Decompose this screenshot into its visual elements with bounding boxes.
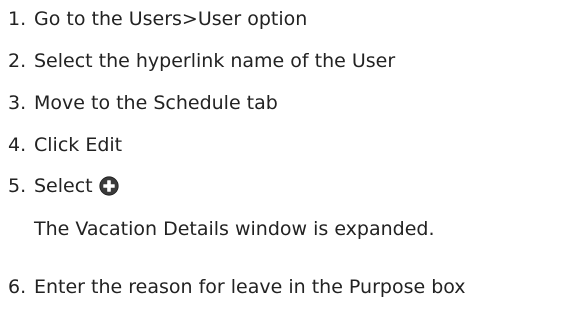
step-5-note: The Vacation Details window is expanded. [34,218,435,240]
step-text: Click Edit [34,134,123,156]
step-number: 4. [8,134,27,156]
step-1: 1. Go to the Users>User option [0,4,307,34]
step-text: Enter the reason for leave in the Purpos… [34,276,466,298]
step-number: 1. [8,8,27,30]
step-number: 5. [8,175,27,197]
step-number: 6. [8,276,27,298]
plus-circle-icon [99,176,119,196]
step-text: Select [34,175,93,197]
step-text: Go to the Users>User option [34,8,308,30]
step-6: 6. Enter the reason for leave in the Pur… [0,272,466,302]
step-number: 2. [8,50,27,72]
step-text: Select the hyperlink name of the User [34,50,396,72]
step-3: 3. Move to the Schedule tab [0,88,278,118]
step-2: 2. Select the hyperlink name of the User [0,46,395,76]
step-text: Move to the Schedule tab [34,92,278,114]
step-5: 5. Select [0,171,119,201]
step-number: 3. [8,92,27,114]
step-4: 4. Click Edit [0,130,122,160]
